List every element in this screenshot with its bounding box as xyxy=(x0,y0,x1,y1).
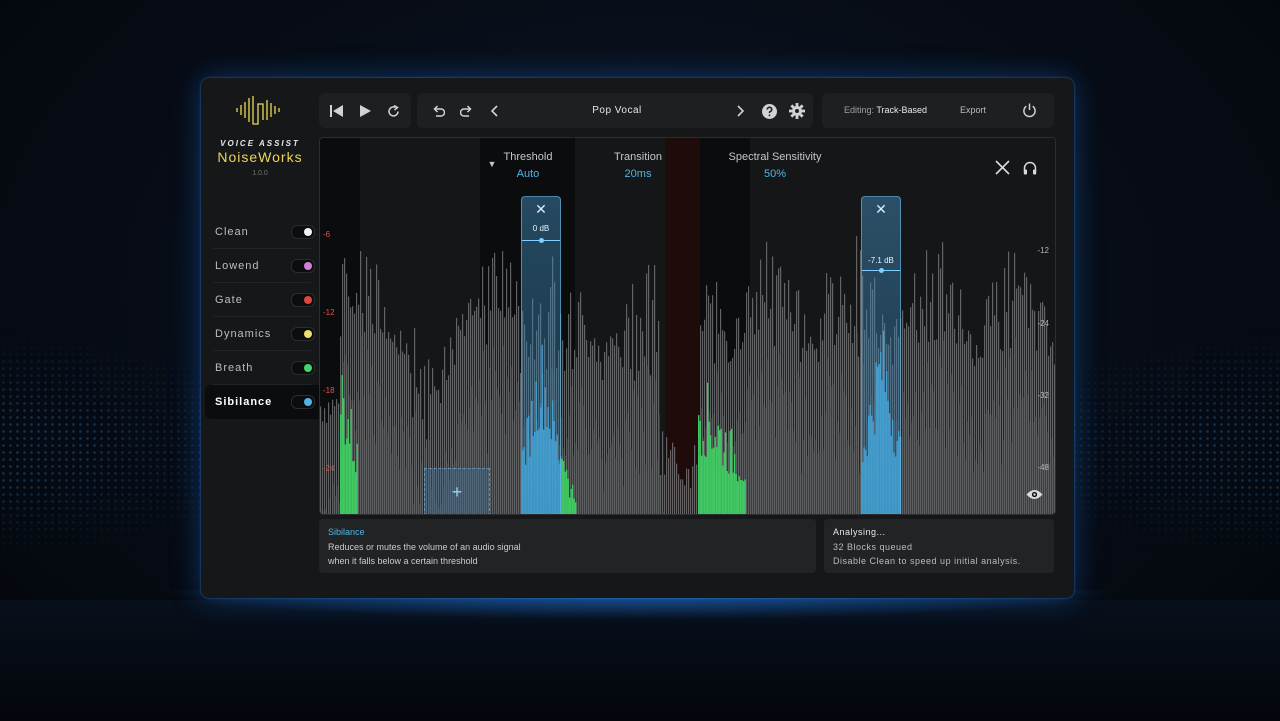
help-icon[interactable] xyxy=(760,102,778,120)
band-gain-label: -7.1 dB xyxy=(868,256,894,265)
chevron-right-icon[interactable] xyxy=(731,102,749,120)
module-toggle[interactable] xyxy=(291,395,315,409)
module-breath[interactable]: Breath xyxy=(213,351,315,385)
module-list: Clean Lowend Gate Dynamics Breath Sibila… xyxy=(205,215,319,419)
toggle-dot-icon xyxy=(304,228,312,236)
module-label: Sibilance xyxy=(215,396,273,408)
editing-label: Editing: xyxy=(844,105,875,115)
module-label: Lowend xyxy=(215,260,260,272)
threshold-label: Threshold xyxy=(503,151,553,163)
export-button[interactable]: Export xyxy=(960,105,986,115)
waveform-logo-icon xyxy=(236,96,280,125)
module-gate[interactable]: Gate xyxy=(213,283,315,317)
remove-band-icon[interactable]: ✕ xyxy=(522,201,560,218)
add-band-button[interactable]: + xyxy=(424,468,490,514)
sensitivity-value: 50% xyxy=(763,168,787,180)
module-clean[interactable]: Clean xyxy=(213,215,315,249)
band-gain-handle[interactable] xyxy=(539,238,544,243)
scale-left-label: -12 xyxy=(323,308,335,317)
description-line: Reduces or mutes the volume of an audio … xyxy=(328,542,521,552)
eye-icon[interactable] xyxy=(1024,486,1044,502)
band-gain-handle[interactable] xyxy=(879,268,884,273)
brand-tagline: VOICE ASSIST xyxy=(220,139,300,148)
waveform-display xyxy=(320,138,1055,514)
module-label: Clean xyxy=(215,226,249,238)
brand-name: NoiseWorks xyxy=(217,149,303,165)
headphones-icon[interactable] xyxy=(1021,159,1039,177)
toggle-dot-icon xyxy=(304,296,312,304)
editing-mode-selector[interactable]: Editing: Track-Based xyxy=(844,105,927,115)
power-icon[interactable] xyxy=(1020,101,1038,119)
waveform-editor[interactable]: Threshold Auto ▼ Transition 20ms Spectra… xyxy=(319,137,1056,515)
module-label: Dynamics xyxy=(215,328,272,340)
description-title: Sibilance xyxy=(328,527,365,537)
scale-left-label: -24 xyxy=(323,464,335,473)
chevron-left-icon[interactable] xyxy=(485,102,503,120)
module-toggle[interactable] xyxy=(291,361,315,375)
transport-panel xyxy=(319,93,411,128)
band-gain-label: 0 dB xyxy=(532,224,550,233)
status-title: Analysing... xyxy=(833,527,886,537)
undo-icon[interactable] xyxy=(429,102,447,120)
editing-mode-value: Track-Based xyxy=(876,105,928,115)
close-icon[interactable] xyxy=(993,158,1011,176)
sidebar: VOICE ASSIST NoiseWorks 1.0.0 Clean Lowe… xyxy=(201,78,319,598)
scale-right-label: -12 xyxy=(1037,246,1049,255)
module-label: Gate xyxy=(215,294,243,306)
threshold-control[interactable]: Threshold Auto xyxy=(488,151,568,180)
sensitivity-control[interactable]: Spectral Sensitivity 50% xyxy=(715,151,835,180)
description-line: when it falls below a certain threshold xyxy=(328,556,478,566)
play-icon[interactable] xyxy=(356,102,374,120)
transition-label: Transition xyxy=(614,151,662,163)
skip-back-icon[interactable] xyxy=(327,102,345,120)
transition-value: 20ms xyxy=(624,168,652,180)
redo-icon[interactable] xyxy=(457,102,475,120)
loop-icon[interactable] xyxy=(384,102,402,120)
module-toggle[interactable] xyxy=(291,327,315,341)
module-toggle[interactable] xyxy=(291,259,315,273)
toggle-dot-icon xyxy=(304,398,312,406)
editing-panel: Editing: Track-Based Export xyxy=(822,93,1054,128)
threshold-value: Auto xyxy=(516,168,540,180)
module-label: Breath xyxy=(215,362,254,374)
scale-left-label: -6 xyxy=(323,230,331,239)
scale-right-label: -48 xyxy=(1037,463,1049,472)
module-toggle[interactable] xyxy=(291,293,315,307)
module-lowend[interactable]: Lowend xyxy=(213,249,315,283)
analysis-status-panel: Analysing... 32 Blocks queued Disable Cl… xyxy=(824,519,1054,573)
toggle-dot-icon xyxy=(304,262,312,270)
sensitivity-label: Spectral Sensitivity xyxy=(728,151,822,163)
module-dynamics[interactable]: Dynamics xyxy=(213,317,315,351)
status-line: 32 Blocks queued xyxy=(833,542,913,552)
app-window: VOICE ASSIST NoiseWorks 1.0.0 Clean Lowe… xyxy=(201,78,1074,598)
version-label: 1.0.0 xyxy=(252,170,268,177)
frequency-band[interactable]: ✕ -7.1 dB xyxy=(861,196,901,514)
remove-band-icon[interactable]: ✕ xyxy=(862,201,900,218)
module-toggle[interactable] xyxy=(291,225,315,239)
preset-panel: Pop Vocal xyxy=(417,93,813,128)
module-description-panel: Sibilance Reduces or mutes the volume of… xyxy=(319,519,816,573)
transition-control[interactable]: Transition 20ms xyxy=(598,151,678,180)
module-sibilance[interactable]: Sibilance xyxy=(205,385,319,419)
preset-name[interactable]: Pop Vocal xyxy=(567,105,667,116)
toggle-dot-icon xyxy=(304,330,312,338)
scale-right-label: -32 xyxy=(1037,391,1049,400)
scale-right-label: -24 xyxy=(1037,319,1049,328)
gear-icon[interactable] xyxy=(788,102,806,120)
threshold-dropdown-icon[interactable]: ▼ xyxy=(486,158,498,170)
status-line: Disable Clean to speed up initial analys… xyxy=(833,556,1021,566)
scale-left-label: -18 xyxy=(323,386,335,395)
frequency-band[interactable]: ✕ 0 dB xyxy=(521,196,561,514)
toggle-dot-icon xyxy=(304,364,312,372)
